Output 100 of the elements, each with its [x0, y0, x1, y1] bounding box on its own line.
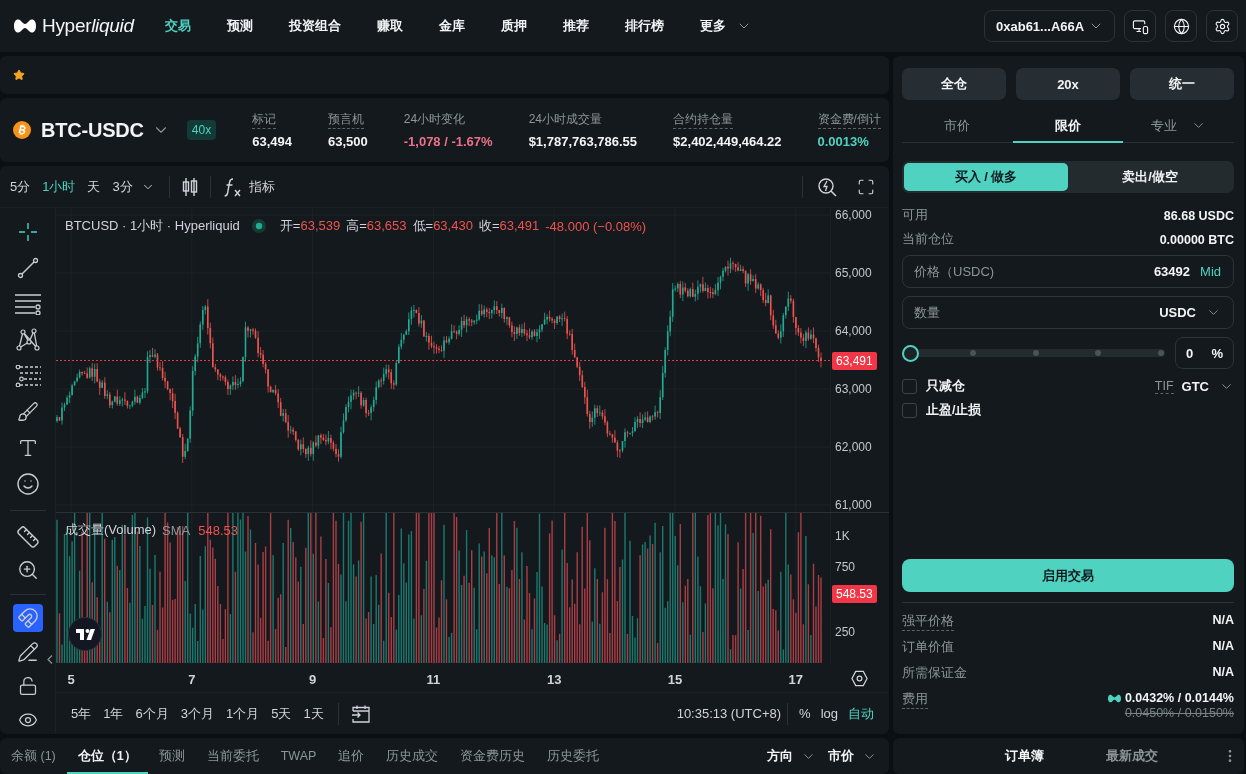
function-icon: [222, 176, 241, 197]
star-icon[interactable]: [13, 69, 25, 81]
tab[interactable]: 历史成交: [375, 738, 450, 774]
stat-label: 24小时成交量: [528, 111, 602, 128]
tif-label: TIF: [1154, 379, 1174, 394]
last-volume-tag: 548.53: [832, 585, 877, 603]
logo-icon[interactable]: [14, 19, 36, 33]
nav-link[interactable]: 排行榜: [624, 17, 664, 35]
nav-link[interactable]: 质押: [500, 17, 527, 35]
interval-button[interactable]: 天: [81, 172, 107, 201]
checkbox-label: 止盈/止损: [926, 402, 982, 419]
nav-link[interactable]: 预测: [226, 17, 253, 35]
stat-label: 资金费/倒计: [817, 111, 881, 129]
price-axis-label: 65,000: [835, 266, 872, 280]
price-input[interactable]: 价格（USDC) 63492 Mid: [902, 255, 1234, 288]
settings-icon[interactable]: [851, 670, 868, 687]
checkbox[interactable]: [902, 403, 917, 418]
info-label: 当前仓位: [902, 231, 954, 248]
nav-link[interactable]: 推荐: [562, 17, 589, 35]
price-axis-label: 61,000: [835, 498, 872, 512]
tab[interactable]: 最新成交: [1078, 738, 1185, 774]
magnet-icon: [16, 607, 39, 629]
stat-value: -1,078 / -1.67%: [403, 134, 493, 149]
tab[interactable]: 预测: [147, 738, 196, 774]
size-input[interactable]: 数量 USDC: [902, 296, 1234, 329]
mid-price-link[interactable]: Mid: [1200, 264, 1221, 279]
leverage-badge: 40x: [186, 120, 217, 140]
interval-button[interactable]: 3分: [106, 172, 161, 201]
order-type-tab[interactable]: 专业: [1123, 110, 1234, 143]
chart-symbol-title: BTCUSD · 1小时 · Hyperliquid: [65, 217, 240, 235]
tab[interactable]: TWAP: [269, 738, 328, 774]
unlocked-padlock-icon: [17, 676, 38, 696]
original-fee: 0.0450% / 0.0150%: [1124, 706, 1234, 720]
time-range-button[interactable]: 6个月: [129, 700, 175, 727]
order-side-toggle[interactable]: 卖出/做空: [1068, 163, 1232, 191]
tab[interactable]: 余额 (1): [0, 738, 67, 774]
nav-link[interactable]: 赚取: [376, 17, 403, 35]
checkbox[interactable]: [902, 379, 917, 394]
tab[interactable]: 资金费历史: [449, 738, 537, 774]
time-range-button[interactable]: 1个月: [219, 700, 266, 727]
ohlc-value: 收=63,491: [478, 217, 540, 235]
candlestick-icon: [181, 176, 198, 197]
time-range-button[interactable]: 3个月: [174, 700, 220, 727]
settings-button[interactable]: [1206, 10, 1238, 42]
tab[interactable]: 追价: [327, 738, 376, 774]
stat-value: 63,500: [327, 134, 368, 149]
stat-value: $2,402,449,464.22: [673, 134, 782, 149]
order-type-tab[interactable]: 限价: [1012, 110, 1124, 143]
nav-link[interactable]: 金库: [438, 17, 465, 35]
time-range-button[interactable]: 1天: [297, 700, 330, 727]
scale-toggle-button[interactable]: %: [794, 700, 816, 727]
stat-label: 24小时变化: [403, 111, 466, 128]
time-range-button[interactable]: 5年: [65, 700, 98, 727]
nav-link[interactable]: 更多: [699, 17, 752, 35]
checkbox-label: 只减仓: [926, 378, 965, 395]
chart-logo-icon[interactable]: [68, 617, 102, 651]
slider-thumb[interactable]: [902, 344, 919, 362]
time-range-button[interactable]: 1年: [97, 700, 130, 727]
order-side-toggle[interactable]: 买入 / 做多: [904, 163, 1068, 191]
tab[interactable]: 仓位（1）: [66, 738, 148, 774]
nav-link[interactable]: 投资组合: [288, 17, 341, 35]
margin-mode-button[interactable]: 统一: [1130, 68, 1234, 100]
percent-input[interactable]: 0 %: [1175, 337, 1234, 369]
pencil-icon: [16, 641, 39, 663]
tab[interactable]: 订单簿: [971, 738, 1078, 774]
margin-mode-button[interactable]: 全仓: [902, 68, 1006, 100]
interval-button[interactable]: 1小时: [36, 172, 82, 201]
summary-label: 强平价格: [902, 613, 954, 631]
order-type-tab[interactable]: 市价: [902, 110, 1013, 143]
fibonacci-levels-icon: [14, 365, 41, 387]
enable-trading-button[interactable]: 启用交易: [902, 559, 1234, 592]
price-axis-label: 64,000: [835, 324, 872, 338]
filter-dropdown[interactable]: 方向: [759, 738, 820, 774]
price-axis-label: 63,000: [835, 382, 872, 396]
slider-tick-icon: [1095, 350, 1102, 356]
tab[interactable]: 当前委托: [195, 738, 270, 774]
field-label: 数量: [914, 303, 940, 322]
stat-label: 标记: [252, 111, 277, 129]
language-button[interactable]: [1165, 10, 1197, 42]
mode-toggle-button[interactable]: [12, 604, 43, 632]
price-axis-label: 62,000: [835, 440, 872, 454]
scale-toggle-button[interactable]: 自动: [843, 700, 879, 727]
margin-mode-button[interactable]: 20x: [1016, 68, 1120, 100]
fullscreen-icon: [857, 177, 875, 196]
filter-dropdown[interactable]: 市价: [820, 738, 881, 774]
indicators-button[interactable]: 指标: [218, 172, 279, 201]
time-range-button[interactable]: 5天: [265, 700, 298, 727]
scale-toggle-button[interactable]: log: [815, 700, 843, 727]
interval-button[interactable]: 5分: [4, 172, 37, 201]
device-switch-button[interactable]: [1124, 10, 1156, 42]
slider-tick-icon: [1158, 350, 1164, 356]
unit-select[interactable]: USDC: [1159, 305, 1221, 320]
tab[interactable]: 历史委托: [536, 738, 611, 774]
ohlc-value: 高=63,653: [346, 217, 407, 235]
stat-label: 预言机: [327, 111, 364, 129]
nav-link[interactable]: 交易: [164, 17, 191, 35]
tif-select[interactable]: GTC: [1181, 379, 1234, 394]
wallet-address-button[interactable]: 0xab61...A66A: [984, 10, 1115, 42]
brand-name[interactable]: Hyperliquid: [42, 15, 134, 37]
trend-line-icon: [16, 257, 39, 279]
